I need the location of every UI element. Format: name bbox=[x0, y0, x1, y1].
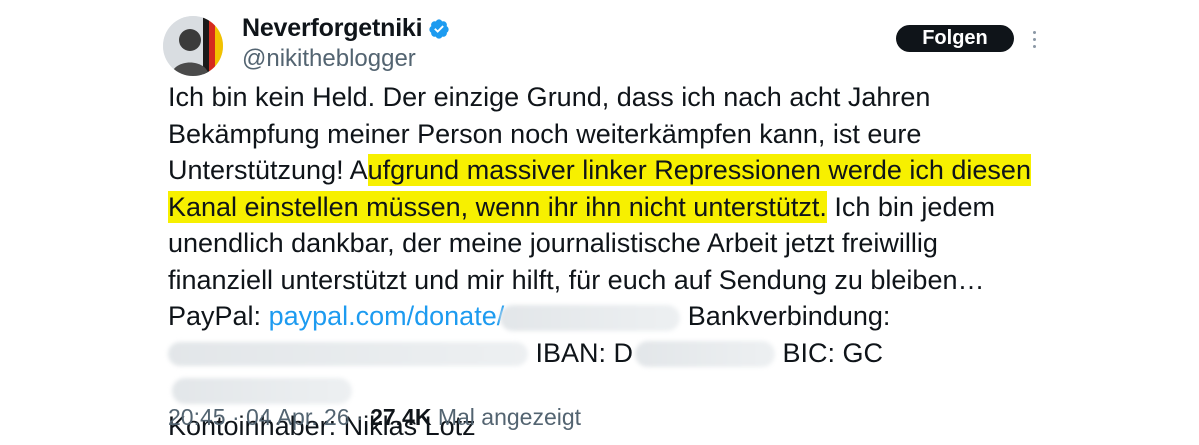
avatar[interactable] bbox=[163, 16, 223, 76]
separator: · bbox=[356, 404, 364, 430]
follow-button[interactable]: Folgen bbox=[896, 25, 1014, 52]
profile-photo bbox=[163, 16, 223, 76]
bic-label: BIC: GC bbox=[775, 337, 884, 368]
redaction-blur bbox=[635, 341, 776, 368]
tweet-text: Ich bin kein Held. Der einzige Grund, da… bbox=[168, 79, 1048, 444]
verified-badge-icon bbox=[429, 18, 450, 39]
bank-label: Bankverbindung: bbox=[680, 301, 891, 331]
tweet-time[interactable]: 20:45 bbox=[168, 404, 226, 430]
views-count: 27,4K bbox=[370, 404, 432, 430]
redaction-blur bbox=[172, 377, 352, 404]
tweet-date[interactable]: 04 Apr. 26 bbox=[246, 404, 350, 430]
more-vertical-icon[interactable] bbox=[1024, 24, 1044, 54]
iban-label: IBAN: D bbox=[535, 337, 634, 368]
tweet-meta: 20:45 · 04 Apr. 26 · 27,4K Mal angezeigt bbox=[168, 404, 581, 431]
display-name[interactable]: Neverforgetniki bbox=[242, 14, 423, 43]
redaction-blur bbox=[168, 342, 528, 367]
views-label: Mal angezeigt bbox=[437, 404, 582, 430]
handle[interactable]: @nikitheblogger bbox=[242, 45, 416, 73]
paypal-link[interactable]: paypal.com/donate/ bbox=[269, 301, 505, 331]
separator: · bbox=[231, 404, 240, 430]
redaction-blur bbox=[500, 304, 681, 331]
